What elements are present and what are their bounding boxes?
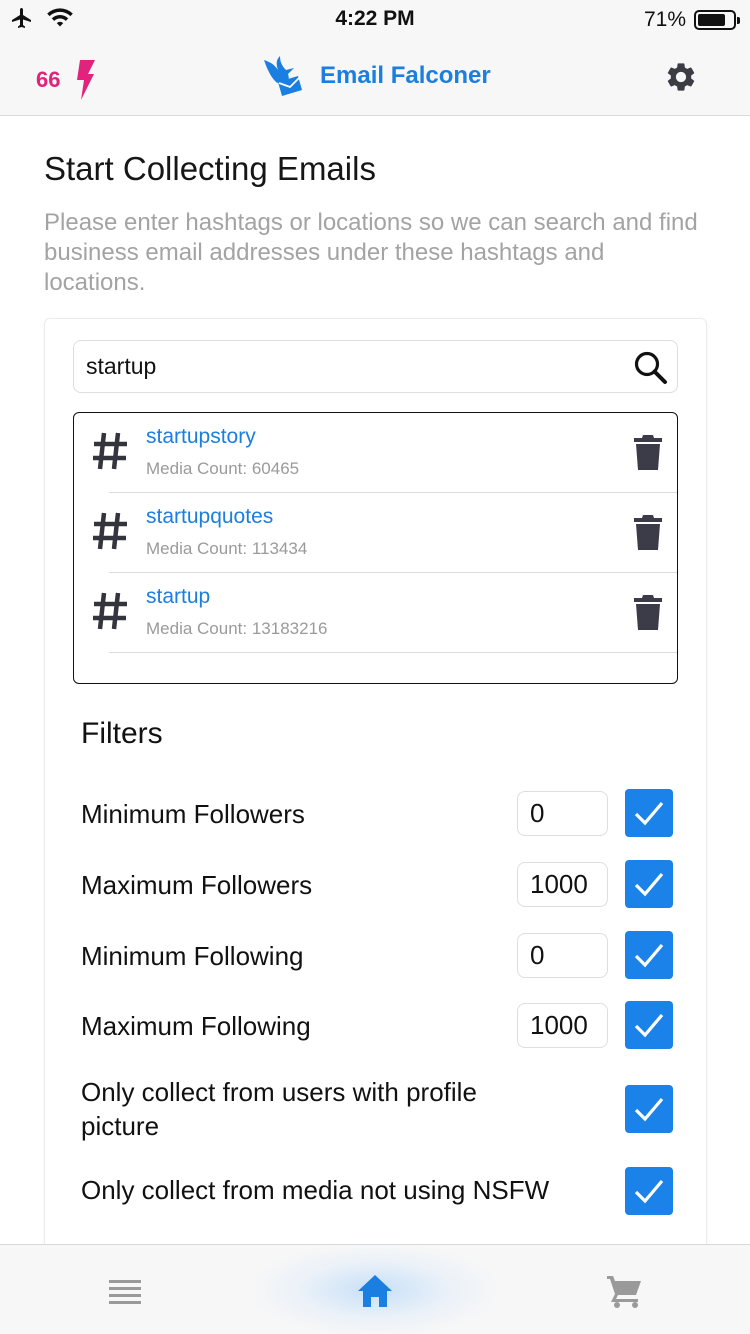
- page-description: Please enter hashtags or locations so we…: [44, 209, 698, 296]
- tab-bar: [0, 1244, 750, 1334]
- max-following-input[interactable]: [517, 1003, 608, 1048]
- filter-label: Minimum Following: [81, 941, 304, 971]
- min-followers-input[interactable]: [517, 791, 608, 836]
- check-icon: [634, 1179, 664, 1204]
- cart-icon[interactable]: [605, 1273, 645, 1309]
- list-item[interactable]: startupstory Media Count: 60465: [74, 413, 677, 493]
- max-following-checkbox[interactable]: [625, 1001, 673, 1049]
- battery-icon: [694, 10, 740, 30]
- brand: Email Falconer: [260, 54, 491, 98]
- check-icon: [634, 1097, 664, 1122]
- app-header: 66 Email Falconer: [0, 40, 750, 116]
- hashtag-icon: [93, 592, 127, 630]
- max-followers-checkbox[interactable]: [625, 860, 673, 908]
- menu-icon[interactable]: [105, 1273, 145, 1309]
- collect-card: startupstory Media Count: 60465 startupq…: [44, 318, 707, 1258]
- filter-label: Maximum Followers: [81, 870, 313, 900]
- check-icon: [634, 801, 664, 826]
- credits-indicator[interactable]: 66: [36, 60, 96, 100]
- check-icon: [634, 872, 664, 897]
- trash-icon[interactable]: [633, 513, 663, 551]
- status-time: 4:22 PM: [335, 7, 415, 30]
- nsfw-checkbox[interactable]: [625, 1167, 673, 1215]
- credits-count: 66: [36, 67, 61, 92]
- filters-title: Filters: [81, 717, 163, 750]
- check-icon: [634, 1013, 664, 1038]
- trash-icon[interactable]: [633, 593, 663, 631]
- search-input[interactable]: [86, 341, 626, 392]
- profile-picture-checkbox[interactable]: [625, 1085, 673, 1133]
- media-count: Media Count: 60465: [146, 459, 300, 478]
- min-following-checkbox[interactable]: [625, 931, 673, 979]
- hashtag-name[interactable]: startup: [146, 585, 210, 609]
- filter-label: Only collect from media not using NSFW: [81, 1175, 550, 1205]
- hashtag-icon: [93, 432, 127, 470]
- list-item[interactable]: startup Media Count: 13183216: [74, 573, 677, 653]
- battery-nub: [737, 17, 740, 24]
- falcon-logo-icon: [264, 56, 302, 96]
- hashtag-list: startupstory Media Count: 60465 startupq…: [73, 412, 678, 684]
- hashtag-name[interactable]: startupquotes: [146, 505, 273, 529]
- lightning-icon: [77, 60, 96, 100]
- page-title: Start Collecting Emails: [44, 150, 376, 187]
- filter-label: Maximum Following: [81, 1011, 311, 1041]
- search-icon[interactable]: [633, 350, 669, 386]
- status-bar: 4:22 PM 71%: [0, 0, 750, 40]
- gear-icon[interactable]: [664, 60, 698, 94]
- battery-fill: [698, 14, 725, 26]
- min-followers-checkbox[interactable]: [625, 789, 673, 837]
- filter-label: Minimum Followers: [81, 799, 305, 829]
- min-following-input[interactable]: [517, 933, 608, 978]
- search-box: [73, 340, 678, 393]
- filter-label: Only collect from users with profile pic…: [81, 1077, 477, 1141]
- hashtag-icon: [93, 512, 127, 550]
- list-item[interactable]: startupquotes Media Count: 113434: [74, 493, 677, 573]
- media-count: Media Count: 113434: [146, 539, 308, 558]
- home-icon[interactable]: [355, 1273, 395, 1309]
- media-count: Media Count: 13183216: [146, 619, 328, 638]
- divider: [109, 652, 677, 653]
- hashtag-name[interactable]: startupstory: [146, 425, 256, 449]
- max-followers-input[interactable]: [517, 862, 608, 907]
- status-right: 71%: [643, 8, 740, 32]
- app-title: Email Falconer: [320, 62, 491, 89]
- battery-percent: 71%: [643, 8, 686, 31]
- check-icon: [634, 943, 664, 968]
- trash-icon[interactable]: [633, 433, 663, 471]
